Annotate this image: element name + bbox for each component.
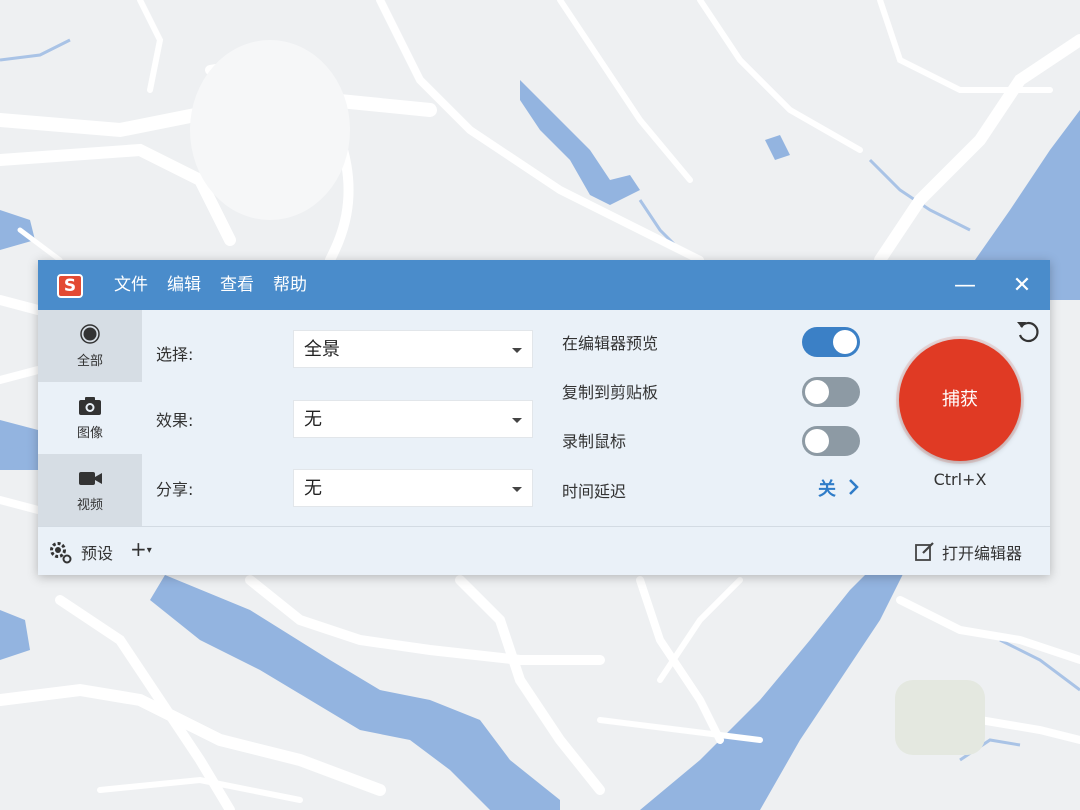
menu-edit[interactable]: 编辑 [167, 260, 210, 310]
select-dropdown[interactable]: 全景 [293, 330, 533, 368]
open-editor-button[interactable]: 打开编辑器 [942, 540, 1022, 564]
edit-icon[interactable] [914, 540, 936, 562]
park-area [895, 680, 985, 755]
share-label: 分享: [156, 480, 194, 499]
chevron-down-icon [512, 418, 522, 423]
effect-dropdown[interactable]: 无 [293, 400, 533, 438]
add-preset-button[interactable]: +▾ [130, 537, 152, 561]
reset-icon[interactable] [1014, 318, 1042, 346]
urban-area [190, 40, 350, 220]
add-preset-label: + [130, 537, 147, 561]
toggle-knob [833, 330, 857, 354]
effect-label: 效果: [156, 411, 194, 430]
tab-all[interactable]: 全部 [38, 310, 142, 382]
capture-window: S 文件 编辑 查看 帮助 — ✕ 全部 图像 视频 选择: 全景 效果: 无 … [38, 260, 1050, 575]
footer-divider [38, 526, 1050, 527]
mode-tabs: 全部 图像 视频 [38, 310, 142, 526]
select-label: 选择: [156, 345, 194, 364]
menu-file[interactable]: 文件 [114, 260, 157, 310]
cursor-toggle[interactable] [802, 426, 860, 456]
app-logo-icon: S [57, 274, 83, 298]
menu-view[interactable]: 查看 [220, 260, 263, 310]
share-dropdown[interactable]: 无 [293, 469, 533, 507]
menu-help[interactable]: 帮助 [273, 260, 316, 310]
gear-icon[interactable] [47, 539, 73, 565]
record-circle-icon [80, 324, 100, 344]
chevron-down-icon: ▾ [146, 545, 152, 556]
preview-option-label: 在编辑器预览 [562, 334, 659, 353]
share-value: 无 [304, 478, 322, 499]
tab-video-label: 视频 [76, 498, 103, 513]
preset-label[interactable]: 预设 [81, 540, 113, 564]
chevron-right-icon[interactable] [844, 477, 864, 497]
clipboard-option-label: 复制到剪贴板 [562, 383, 659, 402]
toggle-knob [805, 429, 829, 453]
tab-all-label: 全部 [76, 354, 103, 369]
cursor-option-label: 录制鼠标 [562, 432, 627, 451]
minimize-button[interactable]: — [947, 268, 983, 304]
delay-option-label: 时间延迟 [562, 482, 627, 501]
tab-image-label: 图像 [76, 426, 103, 441]
effect-value: 无 [304, 409, 322, 430]
toggle-knob [805, 380, 829, 404]
menu-bar: 文件 编辑 查看 帮助 [114, 260, 326, 310]
title-bar[interactable]: S 文件 编辑 查看 帮助 — ✕ [38, 260, 1050, 310]
preview-toggle[interactable] [802, 327, 860, 357]
close-button[interactable]: ✕ [1004, 268, 1040, 304]
chevron-down-icon [512, 348, 522, 353]
delay-value[interactable]: 关 [818, 475, 836, 501]
capture-hotkey: Ctrl+X [933, 470, 987, 489]
camera-icon [79, 397, 101, 415]
tab-video[interactable]: 视频 [38, 454, 142, 526]
tab-image[interactable]: 图像 [38, 382, 142, 454]
select-value: 全景 [304, 339, 340, 360]
video-camera-icon [79, 472, 102, 485]
capture-button[interactable]: 捕获 [899, 339, 1021, 461]
chevron-down-icon [512, 487, 522, 492]
clipboard-toggle[interactable] [802, 377, 860, 407]
